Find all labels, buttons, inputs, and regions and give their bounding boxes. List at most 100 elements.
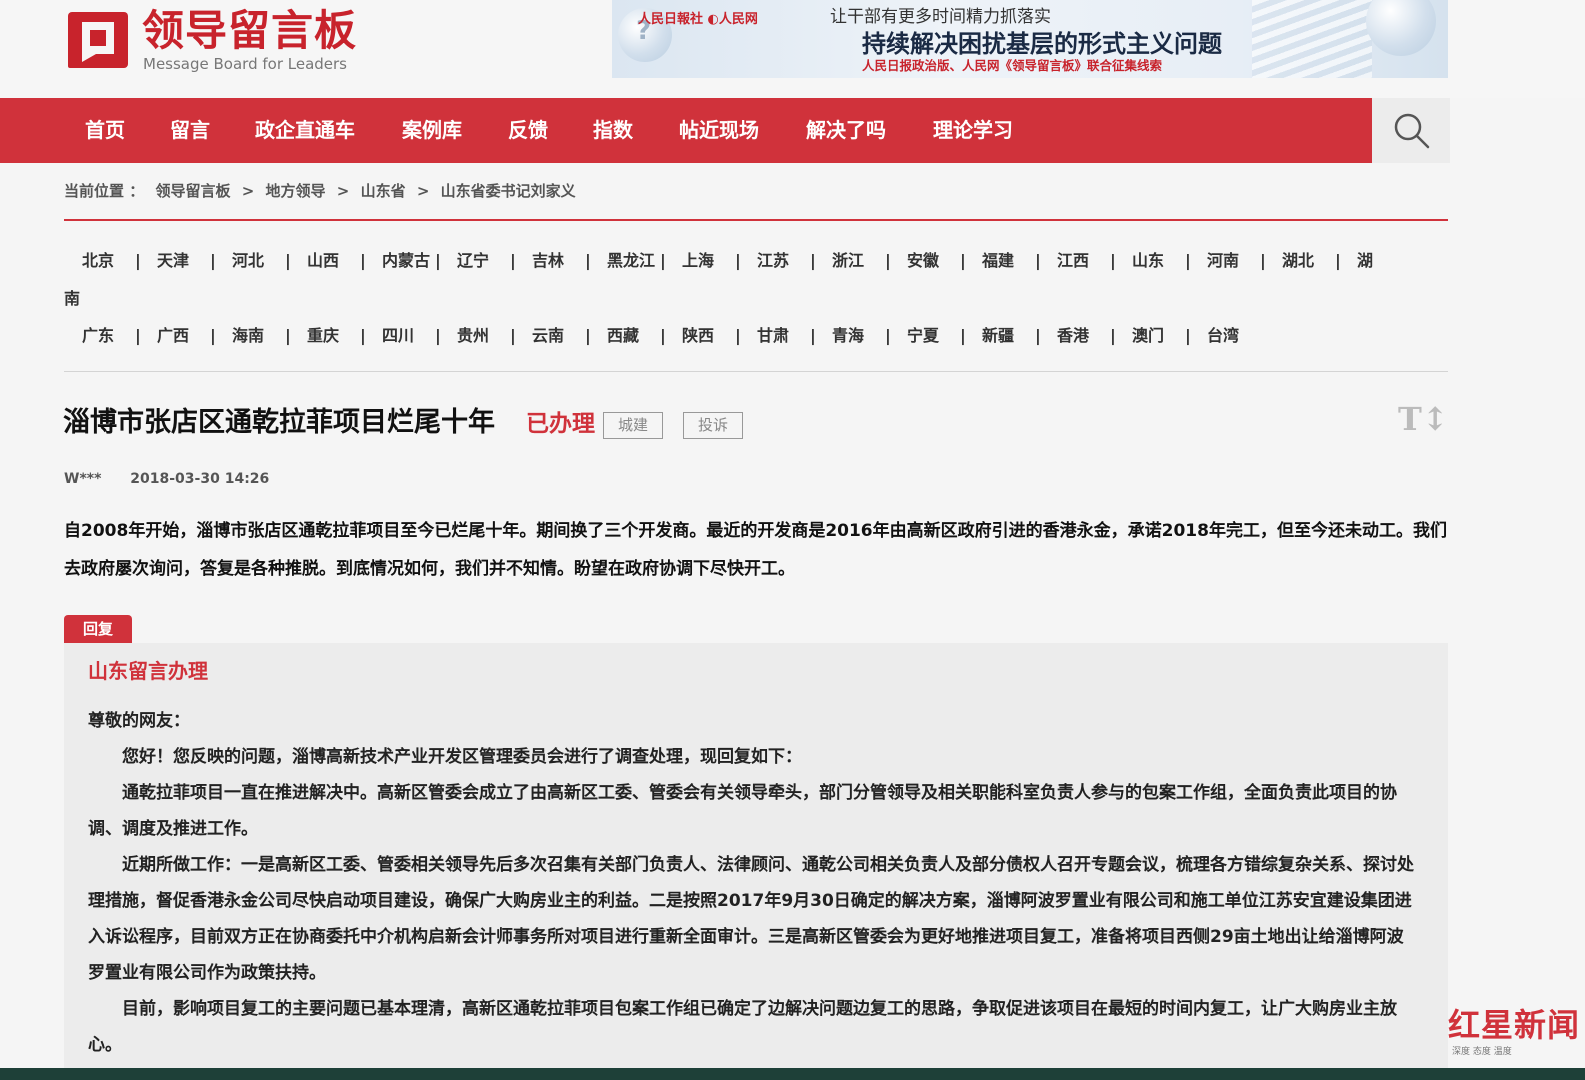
province-link[interactable]: 安徽 (907, 243, 939, 279)
stairs-decoration (1252, 0, 1372, 78)
nav-theory[interactable]: 理论学习 (933, 98, 1013, 163)
nav-enterprise[interactable]: 政企直通车 (255, 98, 355, 163)
province-separator: | (360, 251, 366, 270)
nav-spacer (1450, 98, 1585, 163)
province-link[interactable]: 江苏 (757, 243, 789, 279)
province-link[interactable]: 四川 (382, 318, 414, 354)
reply-paragraph: 通乾拉菲项目一直在推进解决中。高新区管委会成立了由高新区工委、管委会有关领导牵头… (88, 783, 1397, 839)
search-icon (1394, 113, 1430, 149)
watermark-logo: 红星新闻 (1448, 1006, 1581, 1044)
province-separator: | (285, 251, 291, 270)
province-link[interactable]: 广东 (82, 318, 114, 354)
breadcrumb-item[interactable]: 山东省委书记刘家义 (441, 182, 576, 200)
province-link[interactable]: 北京 (82, 243, 114, 279)
nav-onsite[interactable]: 帖近现场 (679, 98, 759, 163)
province-separator: | (960, 251, 966, 270)
banner-line-3: 人民日报政治版、人民网《领导留言板》联合征集线索 (862, 58, 1163, 73)
province-link[interactable]: 云南 (532, 318, 564, 354)
banner-headline: 持续解决困扰基层的形式主义问题 (862, 29, 1222, 58)
message-author: W*** (64, 471, 102, 487)
breadcrumb-item[interactable]: 领导留言板 (155, 182, 230, 200)
message-meta: W*** 2018-03-30 14:26 (64, 471, 293, 487)
message-body: 自2008年开始，淄博市张店区通乾拉菲项目至今已烂尾十年。期间换了三个开发商。最… (64, 521, 1447, 579)
reply-body: 尊敬的网友： 您好！您反映的问题，淄博高新技术产业开发区管理委员会进行了调查处理… (88, 703, 1420, 1063)
province-link[interactable]: 湖 (1357, 243, 1373, 279)
province-link[interactable]: 南 (64, 281, 80, 317)
logo-icon (68, 12, 128, 68)
province-link[interactable]: 青海 (832, 318, 864, 354)
province-link[interactable]: 上海 (682, 243, 714, 279)
province-link[interactable]: 山西 (307, 243, 339, 279)
province-separator: | (1035, 251, 1041, 270)
search-button[interactable] (1372, 98, 1450, 163)
nav-solved[interactable]: 解决了吗 (806, 98, 886, 163)
province-link[interactable]: 江西 (1057, 243, 1089, 279)
watermark: 红星新闻 深度 态度 温度 (1448, 1006, 1581, 1057)
category-tag[interactable]: 城建 (603, 412, 663, 439)
reply-organization: 山东留言办理 (88, 659, 208, 683)
province-separator: | (810, 326, 816, 345)
main-nav: 首页 留言 政企直通车 案例库 反馈 指数 帖近现场 解决了吗 理论学习 (0, 98, 1372, 163)
nav-index[interactable]: 指数 (593, 98, 633, 163)
province-link[interactable]: 黑龙江 (607, 243, 655, 279)
logo-subtitle: Message Board for Leaders (143, 55, 348, 73)
province-link[interactable]: 福建 (982, 243, 1014, 279)
province-link[interactable]: 湖北 (1282, 243, 1314, 279)
province-link[interactable]: 广西 (157, 318, 189, 354)
province-separator: | (210, 326, 216, 345)
province-link[interactable]: 浙江 (832, 243, 864, 279)
province-link[interactable]: 陕西 (682, 318, 714, 354)
breadcrumb-separator: > (336, 182, 350, 200)
province-link[interactable]: 西藏 (607, 318, 639, 354)
promo-banner[interactable]: ? 人民日報社 ◐人民网 让干部有更多时间精力抓落实 持续解决困扰基层的形式主义… (612, 0, 1448, 78)
breadcrumb-item[interactable]: 地方领导 (266, 182, 326, 200)
province-separator: | (660, 326, 666, 345)
nav-message[interactable]: 留言 (170, 98, 210, 163)
province-link[interactable]: 辽宁 (457, 243, 489, 279)
reply-paragraph: 您好！您反映的问题，淄博高新技术产业开发区管理委员会进行了调查处理，现回复如下： (122, 747, 802, 767)
province-separator: | (435, 326, 441, 345)
province-row-1: 北京 | 天津 | 河北 | 山西 | 内蒙古 | 辽宁 | 吉林 | 黑龙江 | 上海 | 江苏 | 浙江 | 安徽 | 福建… (64, 243, 1448, 279)
province-separator: | (735, 251, 741, 270)
nav-home[interactable]: 首页 (85, 98, 125, 163)
province-link[interactable]: 台湾 (1207, 318, 1239, 354)
province-link[interactable]: 贵州 (457, 318, 489, 354)
province-link[interactable]: 河南 (1207, 243, 1239, 279)
section-divider (64, 219, 1448, 221)
province-link[interactable]: 香港 (1057, 318, 1089, 354)
province-separator: | (285, 326, 291, 345)
breadcrumb: 当前位置 ： 领导留言板 > 地方领导 > 山东省 > 山东省委书记刘家义 (64, 180, 582, 201)
nav-feedback[interactable]: 反馈 (508, 98, 548, 163)
bubble-decoration (1366, 0, 1436, 56)
province-separator: | (585, 251, 591, 270)
banner-publisher-logos: 人民日報社 ◐人民网 (638, 12, 758, 27)
message-title: 淄博市张店区通乾拉菲项目烂尾十年 (63, 407, 495, 438)
site-header: 领导留言板 Message Board for Leaders ? 人民日報社 … (0, 0, 1585, 98)
province-link[interactable]: 澳门 (1132, 318, 1164, 354)
province-link[interactable]: 天津 (157, 243, 189, 279)
province-link[interactable]: 海南 (232, 318, 264, 354)
reply-tab: 回复 (64, 615, 132, 643)
province-link[interactable]: 河北 (232, 243, 264, 279)
province-link[interactable]: 新疆 (982, 318, 1014, 354)
nav-cases[interactable]: 案例库 (402, 98, 462, 163)
province-separator: | (1185, 326, 1191, 345)
logo-title: 领导留言板 (142, 6, 358, 55)
province-link[interactable]: 山东 (1132, 243, 1164, 279)
province-link[interactable]: 甘肃 (757, 318, 789, 354)
province-link[interactable]: 内蒙古 (382, 243, 430, 279)
type-tag[interactable]: 投诉 (683, 412, 743, 439)
province-link[interactable]: 吉林 (532, 243, 564, 279)
site-logo[interactable]: 领导留言板 Message Board for Leaders (66, 6, 406, 73)
province-separator: | (585, 326, 591, 345)
province-separator: | (1335, 251, 1341, 270)
province-link[interactable]: 重庆 (307, 318, 339, 354)
province-link[interactable]: 宁夏 (907, 318, 939, 354)
province-separator: | (960, 326, 966, 345)
breadcrumb-item[interactable]: 山东省 (361, 182, 406, 200)
font-size-icon[interactable]: T↕ (1398, 400, 1449, 438)
reply-paragraph: 近期所做工作：一是高新区工委、管委相关领导先后多次召集有关部门负责人、法律顾问、… (88, 855, 1414, 983)
province-separator: | (510, 251, 516, 270)
section-divider (64, 371, 1448, 372)
watermark-slogan: 深度 态度 温度 (1452, 1047, 1512, 1057)
